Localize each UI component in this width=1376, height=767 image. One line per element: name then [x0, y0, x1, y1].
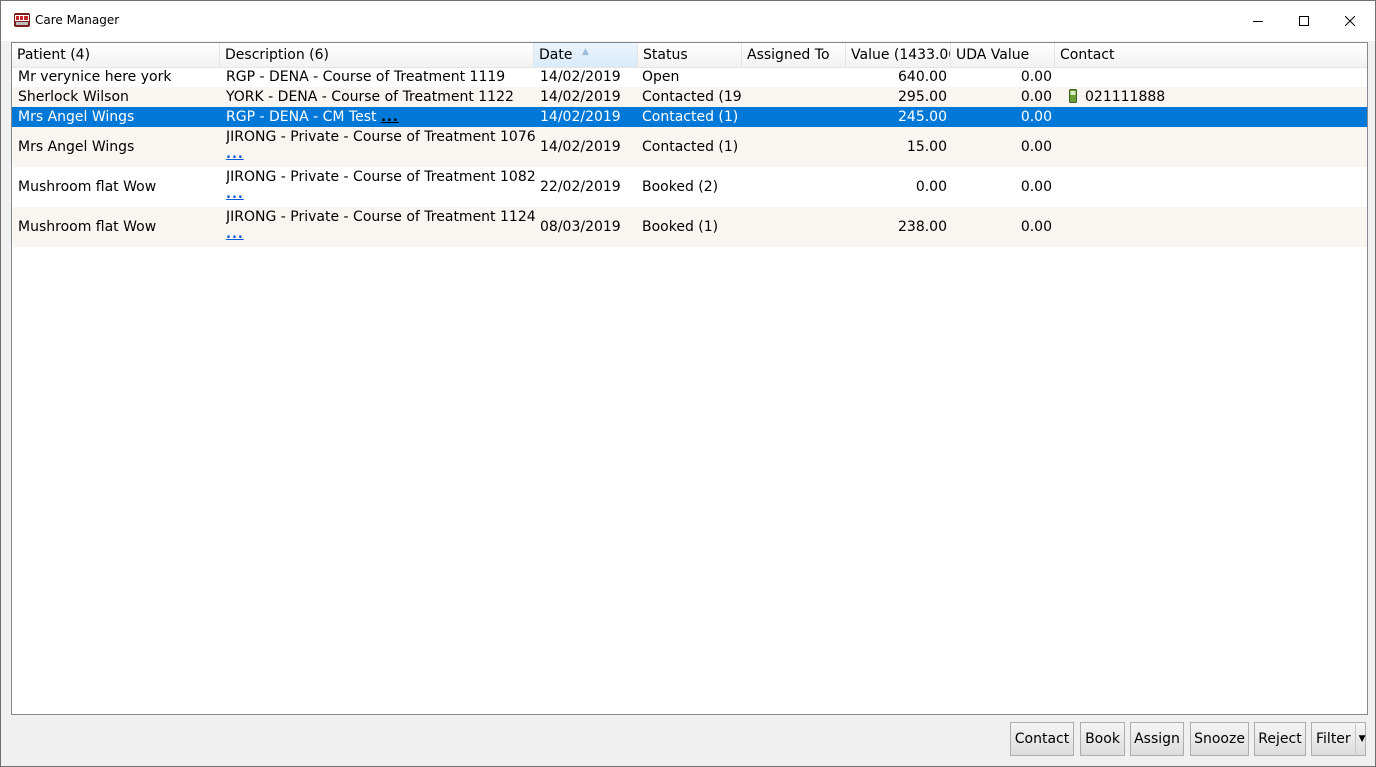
column-header-contact[interactable]: Contact [1055, 43, 1367, 67]
window-title: Care Manager [35, 13, 120, 27]
table-row[interactable]: Mushroom flat Wow JIRONG - Private - Cou… [12, 207, 1367, 247]
cell-description: JIRONG - Private - Course of Treatment 1… [226, 169, 536, 185]
cell-date: 14/02/2019 [540, 109, 621, 125]
column-header-value[interactable]: Value (1433.00 [846, 43, 951, 67]
cell-uda-value: 0.00 [1020, 139, 1052, 155]
cell-status: Booked (1) [642, 219, 719, 235]
book-button[interactable]: Book [1080, 722, 1125, 756]
more-link[interactable]: ... [381, 110, 399, 125]
cell-patient: Mrs Angel Wings [18, 139, 135, 155]
cell-value: 0.00 [915, 179, 947, 195]
cell-patient: Mushroom flat Wow [18, 219, 157, 235]
column-header-status[interactable]: Status [638, 43, 742, 67]
cell-date: 14/02/2019 [540, 89, 621, 105]
table-row[interactable]: Mushroom flat Wow JIRONG - Private - Cou… [12, 167, 1367, 207]
cell-uda-value: 0.00 [1020, 69, 1052, 85]
cell-value: 238.00 [898, 219, 947, 235]
close-button[interactable] [1327, 1, 1373, 41]
care-manager-window: Care Manager Patient (4) Description (6)… [0, 0, 1376, 767]
cell-date: 14/02/2019 [540, 69, 621, 85]
filter-button[interactable]: Filter ▼ [1311, 722, 1366, 756]
sort-ascending-icon: ▲ [582, 47, 589, 57]
cell-status: Booked (2) [642, 179, 719, 195]
column-header-description[interactable]: Description (6) [220, 43, 534, 67]
cell-status: Contacted (1) [642, 139, 739, 155]
column-header-date-label: Date [539, 47, 573, 63]
cell-uda-value: 0.00 [1020, 179, 1052, 195]
more-link[interactable]: ... [226, 147, 244, 162]
cell-status: Contacted (19 [642, 89, 742, 105]
cell-value: 640.00 [898, 69, 947, 85]
cell-uda-value: 0.00 [1020, 219, 1052, 235]
table-row[interactable]: Mrs Angel Wings JIRONG - Private - Cours… [12, 127, 1367, 167]
cell-date: 08/03/2019 [540, 219, 621, 235]
dropdown-arrow-icon[interactable]: ▼ [1354, 724, 1366, 754]
cell-description-text: RGP - DENA - CM Test [226, 109, 377, 125]
cell-date: 22/02/2019 [540, 179, 621, 195]
cell-patient: Mrs Angel Wings [18, 109, 135, 125]
cell-patient: Sherlock Wilson [18, 89, 129, 105]
column-header-patient[interactable]: Patient (4) [12, 43, 220, 67]
mobile-phone-icon [1069, 89, 1077, 107]
cell-uda-value: 0.00 [1020, 89, 1052, 105]
cell-description: RGP - DENA - Course of Treatment 1119 [226, 69, 506, 85]
maximize-button[interactable] [1281, 1, 1327, 41]
cell-value: 245.00 [898, 109, 947, 125]
cell-status: Open [642, 69, 680, 85]
more-link[interactable]: ... [226, 187, 244, 202]
cell-status: Contacted (1) [642, 109, 739, 125]
table-row[interactable]: Sherlock Wilson YORK - DENA - Course of … [12, 87, 1367, 107]
column-header-date[interactable]: Date ▲ [534, 43, 638, 67]
title-bar: Care Manager [1, 1, 1375, 41]
app-icon [14, 12, 30, 28]
cell-patient: Mr verynice here york [18, 69, 172, 85]
column-header-assigned-to[interactable]: Assigned To [742, 43, 846, 67]
cell-description: YORK - DENA - Course of Treatment 1122 [226, 89, 514, 105]
assign-button[interactable]: Assign [1130, 722, 1184, 756]
cell-uda-value: 0.00 [1020, 109, 1052, 125]
filter-button-label: Filter [1316, 731, 1351, 747]
column-header-uda-value[interactable]: UDA Value [951, 43, 1055, 67]
care-list-grid: Patient (4) Description (6) Date ▲ Statu… [11, 42, 1368, 715]
cell-contact[interactable]: 021111888 [1069, 89, 1165, 107]
grid-header: Patient (4) Description (6) Date ▲ Statu… [12, 43, 1367, 68]
minimize-button[interactable] [1235, 1, 1281, 41]
contact-phone-number: 021111888 [1085, 89, 1166, 105]
cell-description: JIRONG - Private - Course of Treatment 1… [226, 129, 536, 145]
cell-value: 15.00 [906, 139, 947, 155]
cell-value: 295.00 [898, 89, 947, 105]
table-row[interactable]: Mr verynice here york RGP - DENA - Cours… [12, 67, 1367, 87]
cell-date: 14/02/2019 [540, 139, 621, 155]
more-link[interactable]: ... [226, 227, 244, 242]
snooze-button[interactable]: Snooze [1190, 722, 1249, 756]
cell-patient: Mushroom flat Wow [18, 179, 157, 195]
reject-button[interactable]: Reject [1254, 722, 1306, 756]
table-row-selected[interactable]: Mrs Angel Wings RGP - DENA - CM Test ...… [12, 107, 1367, 127]
cell-description: RGP - DENA - CM Test ... [226, 109, 399, 125]
cell-description: JIRONG - Private - Course of Treatment 1… [226, 209, 536, 225]
contact-button[interactable]: Contact [1010, 722, 1074, 756]
